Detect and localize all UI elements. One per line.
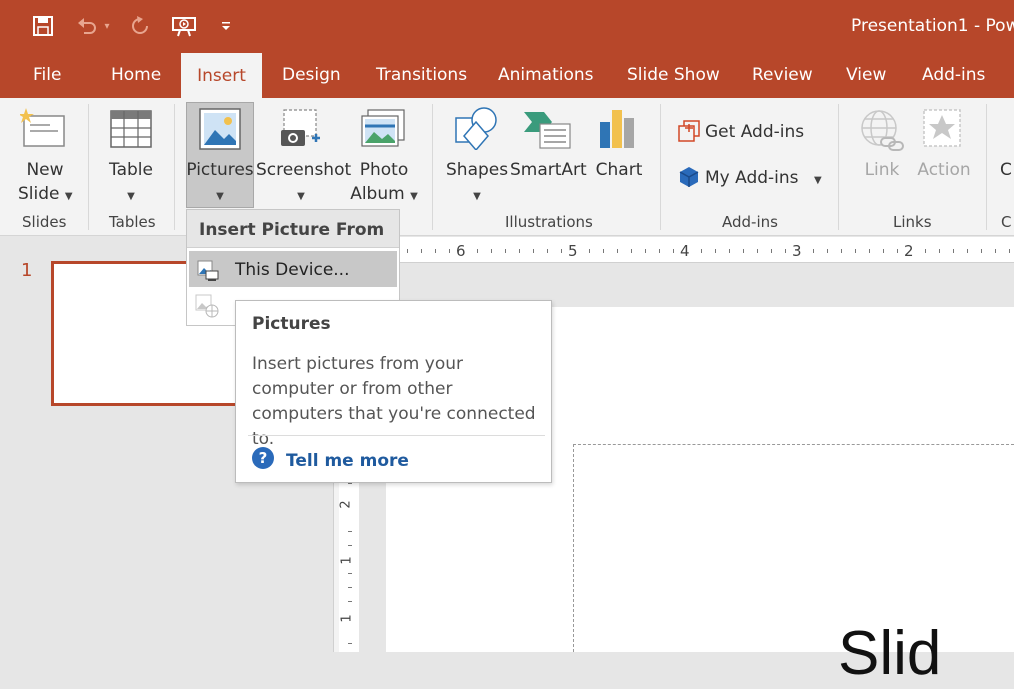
tab-transitions[interactable]: Transitions — [376, 52, 467, 98]
chevron-down-icon: ▼ — [297, 191, 305, 202]
smartart-button[interactable]: SmartArt — [510, 158, 587, 182]
group-label-links: Links — [893, 213, 932, 231]
group-separator — [174, 104, 175, 230]
link-button[interactable]: Link — [858, 158, 906, 182]
tooltip-divider — [248, 435, 545, 436]
smartart-icon — [522, 110, 572, 154]
pictures-icon — [199, 108, 241, 154]
chevron-down-icon: ▼ — [127, 191, 135, 202]
my-add-ins-icon — [678, 166, 700, 192]
group-label-illustrations: Illustrations — [505, 213, 593, 231]
this-device-label: This Device... — [235, 260, 350, 280]
undo-dropdown-icon[interactable]: ▾ — [100, 13, 114, 39]
new-slide-label-1: New — [26, 160, 64, 180]
new-slide-icon — [18, 106, 68, 154]
window-title: Presentation1 - Pow — [851, 16, 1014, 36]
title-bar: ▾ Presentation1 - Pow — [0, 0, 1014, 52]
group-label-tables: Tables — [109, 213, 156, 231]
table-icon — [110, 110, 152, 152]
online-pictures-icon[interactable] — [195, 294, 219, 322]
ruler-label: 2 — [904, 242, 914, 260]
ribbon-tabs: File Home Insert Design Transitions Anim… — [0, 52, 1014, 99]
photo-album-icon — [360, 108, 408, 156]
ruler-label: 3 — [792, 242, 802, 260]
tab-file[interactable]: File — [33, 52, 61, 98]
pictures-tooltip: Pictures Insert pictures from your compu… — [235, 300, 552, 483]
chevron-down-icon: ▼ — [64, 191, 73, 202]
tab-slide-show[interactable]: Slide Show — [627, 52, 720, 98]
chart-label: Chart — [595, 160, 643, 180]
photo-album-button[interactable]: Photo Album ▼ — [348, 158, 420, 209]
group-separator — [986, 104, 987, 230]
customize-qat-icon[interactable] — [216, 13, 236, 39]
chevron-down-icon: ▼ — [216, 191, 224, 202]
chart-button[interactable]: Chart — [592, 158, 646, 182]
ruler-label: 6 — [456, 242, 466, 260]
get-add-ins-button[interactable]: Get Add-ins — [705, 120, 804, 144]
table-button[interactable]: Table ▼ — [104, 158, 158, 209]
ruler-label: 2 — [338, 500, 354, 509]
tooltip-body: Insert pictures from your computer or fr… — [252, 354, 536, 449]
ribbon: New Slide ▼ Slides Table ▼ Tables Pictur… — [0, 98, 1014, 236]
ruler-label: 1 — [339, 556, 355, 565]
redo-icon[interactable] — [127, 13, 153, 39]
my-add-ins-button[interactable]: My Add-ins ▼ — [705, 166, 822, 193]
chevron-down-icon: ▼ — [410, 191, 418, 202]
group-separator — [432, 104, 433, 230]
tab-add-ins[interactable]: Add-ins — [922, 52, 985, 98]
pictures-label: Pictures — [186, 160, 254, 180]
my-add-ins-label: My Add-ins — [705, 168, 799, 188]
screenshot-icon — [279, 108, 323, 154]
comment-button[interactable]: C — [1000, 158, 1012, 182]
link-icon — [859, 108, 907, 156]
group-label-add-ins: Add-ins — [722, 213, 778, 231]
tell-me-more-link[interactable]: Tell me more — [286, 451, 409, 471]
chevron-down-icon: ▼ — [813, 175, 822, 186]
this-device-icon — [197, 258, 219, 296]
help-icon: ? — [252, 447, 274, 469]
slide-title-text: Slid — [838, 619, 942, 688]
group-separator — [660, 104, 661, 230]
chevron-down-icon: ▼ — [473, 191, 481, 202]
shapes-icon — [452, 106, 500, 154]
tab-review[interactable]: Review — [752, 52, 813, 98]
shapes-label: Shapes — [446, 160, 509, 180]
title-placeholder[interactable] — [573, 444, 1014, 652]
action-button[interactable]: Action — [914, 158, 974, 182]
tab-insert[interactable]: Insert — [181, 53, 262, 99]
ruler-label: 1 — [339, 614, 355, 623]
tab-animations[interactable]: Animations — [498, 52, 594, 98]
screenshot-button[interactable]: Screenshot ▼ — [256, 158, 352, 209]
menu-item-this-device[interactable]: This Device... — [189, 251, 397, 287]
action-icon — [922, 108, 964, 152]
photo-album-label-1: Photo — [359, 160, 409, 180]
new-slide-button[interactable]: New Slide ▼ — [18, 158, 73, 209]
group-separator — [838, 104, 839, 230]
tab-view[interactable]: View — [846, 52, 886, 98]
smartart-label: SmartArt — [510, 160, 587, 180]
group-label-comments: C — [1001, 213, 1012, 231]
group-separator — [88, 104, 89, 230]
ruler-label: 4 — [680, 242, 690, 260]
screenshot-label: Screenshot — [256, 160, 352, 180]
tooltip-title: Pictures — [252, 314, 331, 334]
photo-album-label-2: Album — [350, 184, 405, 204]
save-icon[interactable] — [30, 13, 56, 39]
menu-header: Insert Picture From — [187, 210, 399, 248]
tab-design[interactable]: Design — [282, 52, 341, 98]
slide-number: 1 — [21, 260, 33, 281]
chart-icon — [597, 108, 639, 154]
present-from-beginning-icon[interactable] — [171, 13, 197, 39]
horizontal-ruler: 6 5 4 3 2 — [359, 237, 1014, 263]
table-label: Table — [109, 160, 153, 180]
ruler-label: 5 — [568, 242, 578, 260]
undo-icon[interactable] — [74, 13, 100, 39]
store-icon — [678, 120, 700, 146]
group-label-slides: Slides — [22, 213, 67, 231]
new-slide-label-2: Slide — [18, 184, 60, 204]
shapes-button[interactable]: Shapes ▼ — [446, 158, 508, 209]
tab-home[interactable]: Home — [111, 52, 161, 98]
pictures-label-wrap: Pictures ▼ — [186, 158, 254, 209]
